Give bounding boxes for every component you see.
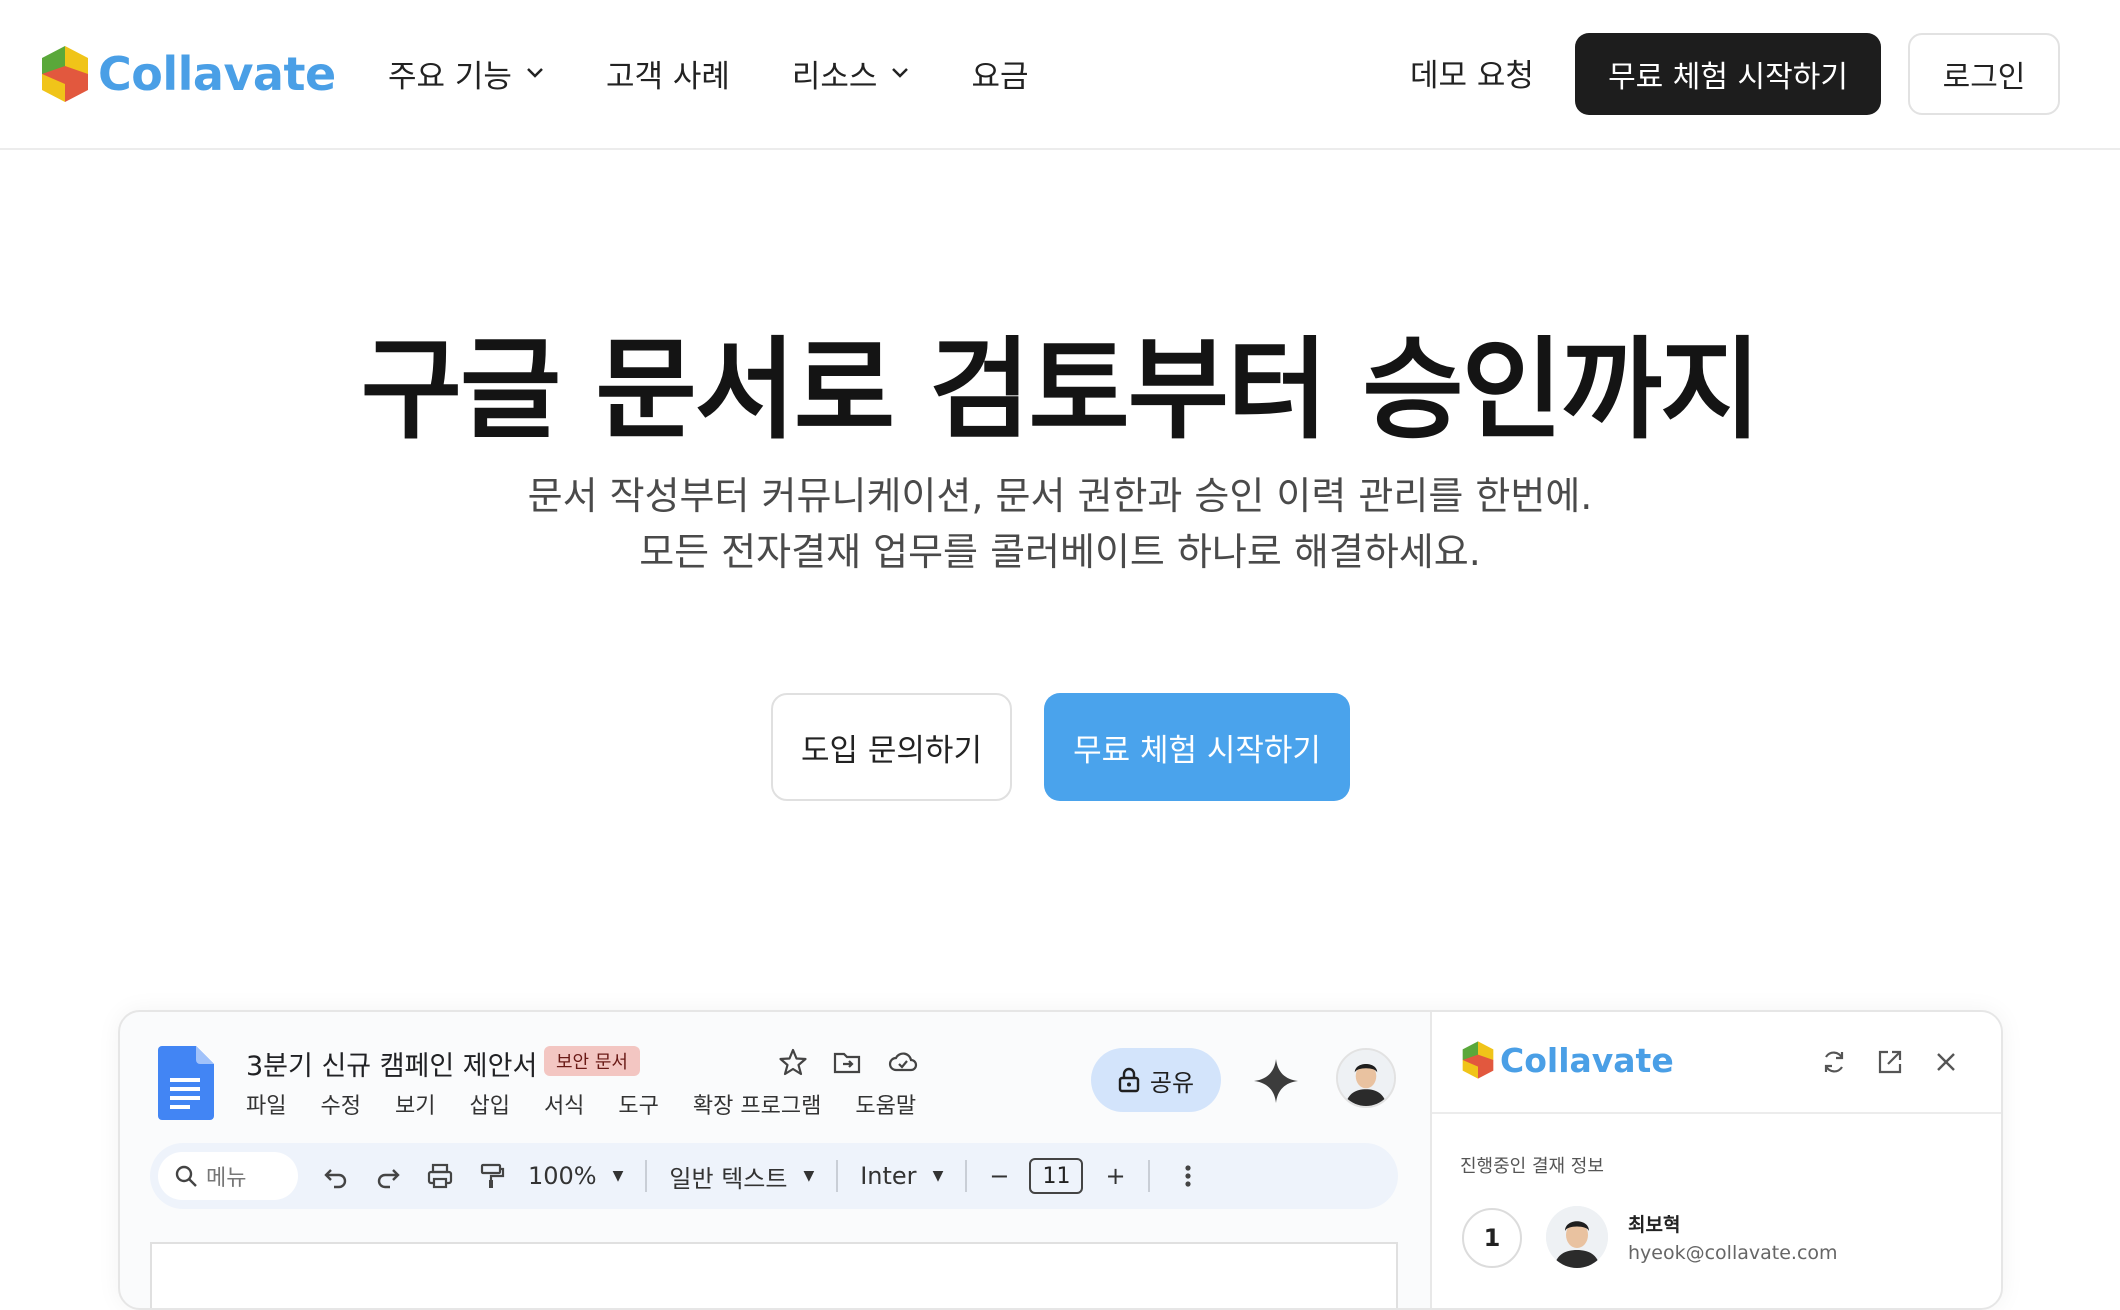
lock-icon <box>1118 1067 1140 1093</box>
person-avatar-icon <box>1546 1206 1608 1268</box>
demo-request-link[interactable]: 데모 요청 <box>1410 50 1534 95</box>
chevron-down-icon <box>527 68 543 78</box>
approver-avatar <box>1546 1206 1608 1268</box>
text-style-select[interactable]: 일반 텍스트 <box>669 1159 787 1194</box>
toolbar-divider <box>645 1160 648 1192</box>
hero-subtitle: 문서 작성부터 커뮤니케이션, 문서 권한과 승인 이력 관리를 한번에. 모든… <box>0 468 2120 580</box>
refresh-icon[interactable] <box>1820 1048 1848 1076</box>
google-docs-icon <box>158 1046 214 1120</box>
nav-item-pricing[interactable]: 요금 <box>971 51 1028 96</box>
side-panel-divider <box>1432 1112 2001 1114</box>
nav-item-resources[interactable]: 리소스 <box>792 51 910 96</box>
move-folder-icon[interactable] <box>832 1048 862 1076</box>
gemini-sparkle-icon[interactable] <box>1253 1058 1299 1104</box>
free-trial-button[interactable]: 무료 체험 시작하기 <box>1575 33 1881 115</box>
document-title[interactable]: 3분기 신규 캠페인 제안서 <box>246 1044 537 1083</box>
toolbar-divider <box>1147 1160 1150 1192</box>
collavate-logo-icon <box>1462 1041 1494 1079</box>
secure-document-badge: 보안 문서 <box>544 1046 640 1076</box>
side-panel-logo-text: Collavate <box>1500 1040 1674 1080</box>
approval-step-number: 1 <box>1462 1208 1522 1268</box>
caret-down-icon[interactable]: ▼ <box>933 1168 944 1184</box>
collavate-logo[interactable]: Collavate <box>38 44 336 104</box>
paint-format-icon[interactable] <box>478 1162 506 1190</box>
side-panel-logo: Collavate <box>1460 1040 1674 1080</box>
menu-search-placeholder: 메뉴 <box>206 1166 247 1191</box>
menu-item-help[interactable]: 도움말 <box>855 1088 916 1120</box>
font-size-input[interactable]: 11 <box>1029 1158 1084 1194</box>
nav-item-label: 주요 기능 <box>388 58 512 95</box>
inquiry-button[interactable]: 도입 문의하기 <box>771 693 1012 801</box>
open-external-icon[interactable] <box>1876 1048 1904 1076</box>
user-avatar[interactable] <box>1336 1048 1396 1108</box>
print-icon[interactable] <box>426 1162 454 1190</box>
collavate-logo-icon <box>42 46 88 102</box>
docs-menubar: 파일 수정 보기 삽입 서식 도구 확장 프로그램 도움말 <box>246 1088 950 1120</box>
hero-title: 구글 문서로 검토부터 승인까지 <box>360 326 1762 454</box>
menu-item-insert[interactable]: 삽입 <box>469 1088 509 1120</box>
font-select[interactable]: Inter <box>860 1162 916 1190</box>
chevron-down-icon <box>892 68 909 78</box>
toolbar-divider <box>965 1160 968 1192</box>
menu-item-edit[interactable]: 수정 <box>320 1088 360 1120</box>
more-vertical-icon[interactable] <box>1174 1162 1202 1190</box>
nav-item-label: 요금 <box>971 58 1029 95</box>
docs-toolbar: 메뉴 100% ▼ 일반 텍스트 ▼ Inter ▼ − 11 + <box>150 1143 1398 1209</box>
person-avatar-icon <box>1338 1050 1394 1106</box>
document-page[interactable] <box>150 1242 1398 1308</box>
nav-item-cases[interactable]: 고객 사례 <box>606 51 730 96</box>
google-docs-editor: 3분기 신규 캠페인 제안서 보안 문서 파일 수정 보기 삽입 서식 도구 확… <box>120 1012 1430 1308</box>
caret-down-icon[interactable]: ▼ <box>803 1168 814 1184</box>
share-label: 공유 <box>1149 1068 1195 1097</box>
approver-email: hyeok@collavate.com <box>1628 1242 1838 1264</box>
approver-name: 최보혁 <box>1628 1214 1681 1236</box>
cloud-saved-icon[interactable] <box>888 1048 918 1076</box>
hero-subtitle-line: 문서 작성부터 커뮤니케이션, 문서 권한과 승인 이력 관리를 한번에. <box>527 474 1593 518</box>
logo-text: Collavate <box>98 47 336 101</box>
login-button[interactable]: 로그인 <box>1908 33 2060 115</box>
nav-item-features[interactable]: 주요 기능 <box>388 51 544 96</box>
increase-font-size-button[interactable]: + <box>1105 1162 1125 1190</box>
undo-icon[interactable] <box>322 1162 350 1190</box>
menu-search-input[interactable]: 메뉴 <box>158 1152 298 1200</box>
close-icon[interactable] <box>1932 1048 1960 1076</box>
main-nav: 주요 기능 고객 사례 리소스 요금 <box>388 0 1090 146</box>
redo-icon[interactable] <box>374 1162 402 1190</box>
share-button[interactable]: 공유 <box>1091 1048 1221 1112</box>
caret-down-icon[interactable]: ▼ <box>613 1168 624 1184</box>
zoom-value[interactable]: 100% <box>528 1162 597 1190</box>
hero-subtitle-line: 모든 전자결재 업무를 콜러베이트 하나로 해결하세요. <box>639 530 1481 574</box>
site-header: Collavate 주요 기능 고객 사례 리소스 요금 데모 요청 무료 체험… <box>0 0 2120 150</box>
menu-item-file[interactable]: 파일 <box>246 1088 286 1120</box>
star-icon[interactable] <box>778 1048 808 1076</box>
menu-item-format[interactable]: 서식 <box>544 1088 584 1120</box>
toolbar-divider <box>836 1160 839 1192</box>
collavate-side-panel: Collavate 진행중인 결재 정보 1 최보혁 hyeok@collava… <box>1430 1012 2001 1308</box>
decrease-font-size-button[interactable]: − <box>989 1162 1009 1190</box>
approval-section-title: 진행중인 결재 정보 <box>1460 1156 1604 1177</box>
nav-item-label: 고객 사례 <box>605 58 730 95</box>
menu-item-view[interactable]: 보기 <box>395 1088 435 1120</box>
app-preview: 3분기 신규 캠페인 제안서 보안 문서 파일 수정 보기 삽입 서식 도구 확… <box>118 1010 2003 1310</box>
search-icon <box>175 1165 197 1187</box>
nav-item-label: 리소스 <box>791 58 878 95</box>
hero-free-trial-button[interactable]: 무료 체험 시작하기 <box>1044 693 1350 801</box>
menu-item-extensions[interactable]: 확장 프로그램 <box>693 1088 821 1120</box>
menu-item-tools[interactable]: 도구 <box>618 1088 658 1120</box>
